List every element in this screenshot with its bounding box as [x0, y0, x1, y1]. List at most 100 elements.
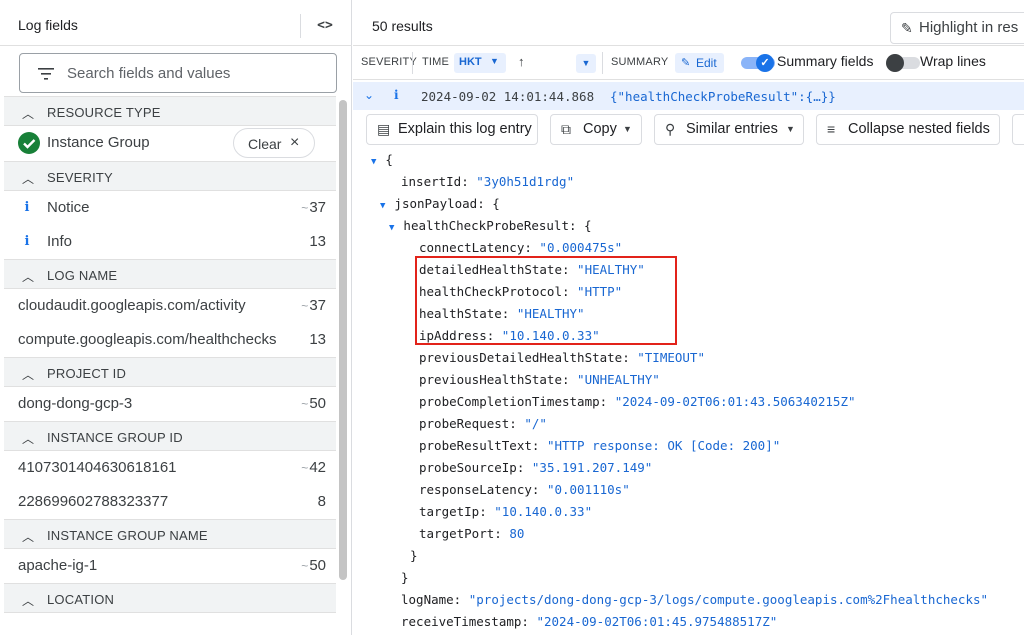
highlight-in-results-button[interactable]: ✎ Highlight in res [890, 12, 1024, 44]
edit-label: Edit [696, 56, 717, 70]
field-row-notice[interactable]: i Notice ~37 [4, 191, 336, 225]
timezone-select[interactable]: HKT ▼ [454, 53, 506, 73]
json-line: probeSourceIp: "35.191.207.149" [419, 460, 653, 475]
section-location[interactable]: ︿ LOCATION [4, 583, 336, 613]
field-value-label: dong-dong-gcp-3 [18, 395, 133, 412]
pencil-icon: ✎ [681, 57, 691, 69]
caret-down-icon: ▼ [581, 58, 591, 68]
results-panel: 50 results ✎ Highlight in res SEVERITY T… [353, 0, 1024, 635]
field-count: ~50 [301, 557, 326, 574]
field-row-healthchecks[interactable]: compute.googleapis.com/healthchecks 13 [4, 323, 336, 357]
entry-summary[interactable]: {"healthCheckProbeResult":{…}} [610, 89, 836, 104]
highlight-annotation-box [415, 256, 677, 345]
wrap-lines-toggle[interactable] [886, 54, 920, 72]
column-severity[interactable]: SEVERITY [361, 56, 417, 68]
chevron-down-icon[interactable]: ⌄ [364, 88, 374, 102]
field-row-group-id-1[interactable]: 4107301404630618161 ~42 [4, 451, 336, 485]
collapse-panel-icon[interactable]: <> [310, 14, 340, 38]
json-healthcheckproberesult[interactable]: ▼ healthCheckProbeResult: { [389, 218, 592, 240]
json-line: previousDetailedHealthState: "TIMEOUT" [419, 350, 705, 365]
section-label: LOCATION [47, 592, 115, 607]
field-count: 13 [309, 233, 326, 250]
column-time[interactable]: TIME [422, 56, 449, 68]
sparkle-search-icon: ⚲ [665, 121, 676, 137]
json-line: logName: "projects/dong-dong-gcp-3/logs/… [401, 592, 989, 607]
column-menu-button[interactable]: ▼ [576, 54, 596, 73]
chevron-up-icon: ︿ [22, 594, 35, 608]
field-value-label: apache-ig-1 [18, 557, 98, 574]
section-label: INSTANCE GROUP ID [47, 430, 183, 445]
field-row-project[interactable]: dong-dong-gcp-3 ~50 [4, 387, 336, 421]
section-instance-group-id[interactable]: ︿ INSTANCE GROUP ID [4, 421, 336, 451]
similar-label: Similar entries [686, 121, 778, 137]
field-count: ~42 [301, 459, 326, 476]
clear-filter-button[interactable]: Clear × [233, 128, 315, 158]
chevron-up-icon: ︿ [22, 368, 35, 382]
collapse-icon: ≡ [827, 121, 836, 137]
entry-timestamp: 2024-09-02 14:01:44.868 [421, 89, 595, 104]
entry-actions: ▤ Explain this log entry ⧉ Copy ▼ ⚲ Simi… [353, 110, 1024, 150]
sort-ascending-icon[interactable]: ↑ [518, 54, 525, 69]
field-value-label: compute.googleapis.com/healthchecks [18, 331, 277, 348]
section-label: SEVERITY [47, 170, 113, 185]
search-placeholder: Search fields and values [67, 65, 231, 82]
caret-down-icon: ▼ [389, 223, 395, 233]
collapse-nested-fields-button[interactable]: ≡ Collapse nested fields [816, 114, 1000, 145]
caret-down-icon: ▼ [380, 201, 386, 211]
scrollbar[interactable] [339, 100, 347, 580]
edit-summary-button[interactable]: ✎ Edit [675, 53, 724, 73]
caret-down-icon: ▼ [490, 56, 499, 66]
log-fields-panel: Log fields <> Search fields and values ︿… [0, 0, 352, 635]
info-icon: i [394, 88, 399, 102]
timezone-value: HKT [459, 56, 482, 68]
json-root[interactable]: ▼{ [371, 152, 393, 174]
pencil-icon: ✎ [901, 20, 913, 36]
results-count: 50 results [372, 18, 433, 34]
toggle-knob [886, 54, 904, 72]
section-label: LOG NAME [47, 268, 118, 283]
column-summary[interactable]: SUMMARY [611, 56, 668, 68]
explain-icon: ▤ [377, 121, 391, 137]
field-row-group-id-2[interactable]: 228699602788323377 8 [4, 485, 336, 519]
explain-log-entry-button[interactable]: ▤ Explain this log entry [366, 114, 538, 145]
summary-fields-toggle[interactable]: ✓ [741, 54, 775, 72]
json-jsonpayload[interactable]: ▼ jsonPayload: { [380, 196, 500, 218]
json-line: receiveTimestamp: "2024-09-02T06:01:45.9… [401, 614, 778, 629]
log-entry-row[interactable]: ⌄ i 2024-09-02 14:01:44.868 {"healthChec… [353, 82, 1024, 110]
highlight-label: Highlight in res [919, 19, 1019, 36]
chevron-up-icon: ︿ [22, 107, 35, 121]
similar-entries-button[interactable]: ⚲ Similar entries ▼ [654, 114, 804, 145]
caret-down-icon: ▼ [786, 124, 795, 134]
check-icon: ✓ [756, 54, 774, 72]
section-log-name[interactable]: ︿ LOG NAME [4, 259, 336, 289]
log-fields-title: Log fields [18, 17, 78, 33]
clear-label: Clear [248, 136, 282, 152]
copy-button[interactable]: ⧉ Copy ▼ [550, 114, 642, 145]
chevron-up-icon: ︿ [22, 270, 35, 284]
section-resource-type[interactable]: ︿ RESOURCE TYPE [4, 96, 336, 126]
section-severity[interactable]: ︿ SEVERITY [4, 161, 336, 191]
json-line: } [410, 548, 418, 563]
search-fields-input[interactable]: Search fields and values [19, 53, 337, 93]
divider [300, 14, 301, 38]
info-icon: i [24, 200, 30, 215]
more-actions-button[interactable] [1012, 114, 1024, 145]
field-row-cloudaudit[interactable]: cloudaudit.googleapis.com/activity ~37 [4, 289, 336, 323]
copy-label: Copy [583, 121, 617, 137]
section-label: INSTANCE GROUP NAME [47, 528, 208, 543]
summary-fields-label: Summary fields [777, 53, 874, 69]
field-count: ~37 [301, 199, 326, 216]
field-value-label: Info [47, 233, 73, 250]
explain-label: Explain this log entry [398, 121, 532, 137]
wrap-lines-label: Wrap lines [920, 53, 986, 69]
column-header-bar: SEVERITY TIME HKT ▼ ↑ ▼ SUMMARY ✎ Edit ✓… [353, 46, 1024, 80]
section-project-id[interactable]: ︿ PROJECT ID [4, 357, 336, 387]
field-row-group-name[interactable]: apache-ig-1 ~50 [4, 549, 336, 583]
section-instance-group-name[interactable]: ︿ INSTANCE GROUP NAME [4, 519, 336, 549]
field-row-info[interactable]: i Info 13 [4, 225, 336, 259]
json-line: probeCompletionTimestamp: "2024-09-02T06… [419, 394, 856, 409]
caret-down-icon: ▼ [371, 157, 377, 167]
fields-list: ︿ RESOURCE TYPE Instance Group ︿ SEVERIT… [4, 96, 336, 635]
section-label: RESOURCE TYPE [47, 105, 161, 120]
json-line: targetIp: "10.140.0.33" [419, 504, 593, 519]
